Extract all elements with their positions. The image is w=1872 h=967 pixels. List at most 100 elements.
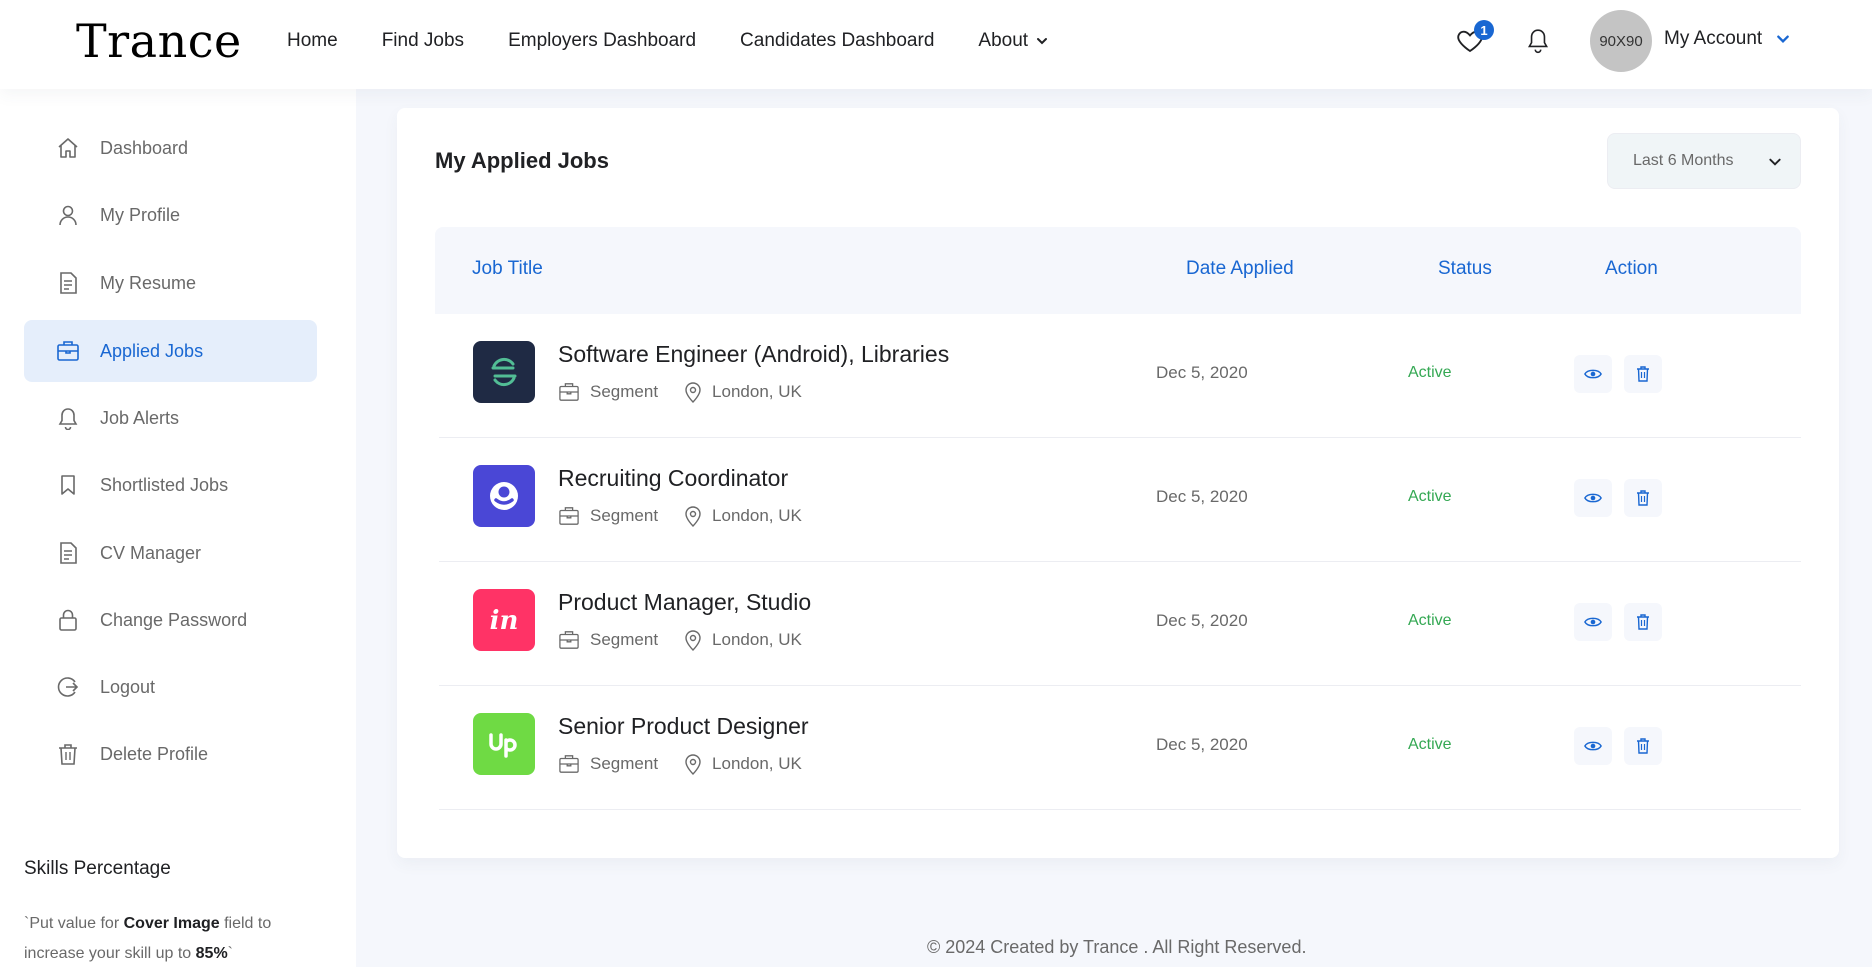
job-location: London, UK xyxy=(712,506,802,525)
view-job-button[interactable] xyxy=(1574,479,1612,517)
notifications-button[interactable] xyxy=(1525,27,1551,55)
delete-job-button[interactable] xyxy=(1624,727,1662,765)
nav-find-jobs-label: Find Jobs xyxy=(381,30,465,51)
nav-home[interactable]: Home xyxy=(287,30,338,52)
nav-employers-label: Employers Dashboard xyxy=(508,30,697,51)
status-badge: Active xyxy=(1408,612,1452,629)
view-job-button[interactable] xyxy=(1574,603,1612,641)
job-meta: Segment London, UK xyxy=(558,505,802,527)
skills-text-suffix: ` xyxy=(227,945,233,962)
column-header-status: Status xyxy=(1438,258,1492,279)
delete-job-button[interactable] xyxy=(1624,355,1662,393)
table-row: in Product Manager, Studio Segment Londo… xyxy=(439,562,1801,686)
sidebar-item-change-password[interactable]: Change Password xyxy=(24,589,317,651)
view-job-button[interactable] xyxy=(1574,727,1612,765)
logout-icon xyxy=(57,677,79,697)
eye-icon xyxy=(1584,617,1602,627)
table-row: Software Engineer (Android), Libraries S… xyxy=(439,314,1801,438)
trash-icon xyxy=(59,744,77,765)
company-name: Segment xyxy=(590,754,659,773)
invision-logo-icon: in xyxy=(490,606,519,636)
delete-job-button[interactable] xyxy=(1624,603,1662,641)
site-logo[interactable]: Trance xyxy=(76,14,242,68)
job-meta: Segment London, UK xyxy=(558,753,802,775)
footer-copyright: © 2024 Created by Trance . All Right Res… xyxy=(927,937,1307,957)
page-title: My Applied Jobs xyxy=(435,148,609,173)
nav-candidates-label: Candidates Dashboard xyxy=(740,30,935,51)
sidebar-item-job-alerts[interactable]: Job Alerts xyxy=(24,387,317,449)
dashboard-sidebar: Dashboard My Profile My Resume Applied J… xyxy=(0,89,356,967)
skills-percentage-text: `Put value for Cover Image field to incr… xyxy=(24,909,314,967)
delete-job-button[interactable] xyxy=(1624,479,1662,517)
job-meta: Segment London, UK xyxy=(558,629,802,651)
segment-logo-icon xyxy=(491,357,517,387)
bell-icon xyxy=(58,408,78,430)
table-row: Senior Product Designer Segment London, … xyxy=(439,686,1801,810)
avatar[interactable]: 90X90 xyxy=(1590,10,1652,72)
my-account-label: My Account xyxy=(1664,28,1763,49)
skills-percentage-title: Skills Percentage xyxy=(24,858,171,879)
trash-icon xyxy=(1637,738,1649,754)
home-icon xyxy=(58,138,78,158)
sidebar-item-applied-jobs[interactable]: Applied Jobs xyxy=(24,320,317,382)
date-applied: Dec 5, 2020 xyxy=(1156,735,1248,754)
sidebar-item-label: Applied Jobs xyxy=(100,340,204,361)
sidebar-item-cv-manager[interactable]: CV Manager xyxy=(24,522,317,584)
date-range-select[interactable]: Last 6 Months xyxy=(1607,133,1801,189)
sidebar-item-label: My Profile xyxy=(100,204,181,225)
table-row: Recruiting Coordinator Segment London, U… xyxy=(439,438,1801,562)
document-icon xyxy=(60,542,77,564)
bell-icon xyxy=(1527,29,1549,54)
nav-find-jobs[interactable]: Find Jobs xyxy=(382,30,464,52)
nav-employers-dashboard[interactable]: Employers Dashboard xyxy=(508,30,696,52)
job-title[interactable]: Product Manager, Studio xyxy=(558,589,811,616)
nav-candidates-dashboard[interactable]: Candidates Dashboard xyxy=(740,30,934,52)
my-account-menu[interactable]: My Account xyxy=(1664,28,1790,50)
job-location: London, UK xyxy=(712,754,802,773)
location-pin-icon xyxy=(685,382,701,403)
job-location: London, UK xyxy=(712,630,802,649)
sidebar-item-my-profile[interactable]: My Profile xyxy=(24,184,317,246)
view-job-button[interactable] xyxy=(1574,355,1612,393)
job-title[interactable]: Recruiting Coordinator xyxy=(558,465,788,492)
nav-about[interactable]: About xyxy=(978,30,1048,52)
status-badge: Active xyxy=(1408,488,1452,505)
company-name: Segment xyxy=(590,382,659,401)
segment-logo xyxy=(473,341,535,403)
top-header: Trance Home Find Jobs Employers Dashboar… xyxy=(0,0,1872,89)
job-title[interactable]: Senior Product Designer xyxy=(558,713,809,740)
skills-text-prefix: `Put value for xyxy=(24,915,124,932)
sidebar-item-label: My Resume xyxy=(100,272,197,293)
briefcase-icon xyxy=(559,383,579,401)
chevron-down-icon xyxy=(1769,158,1781,166)
status-badge: Active xyxy=(1408,364,1452,381)
applied-jobs-card: My Applied Jobs Last 6 Months Job Title … xyxy=(397,108,1839,858)
date-applied: Dec 5, 2020 xyxy=(1156,363,1248,382)
briefcase-icon xyxy=(559,755,579,773)
sidebar-item-label: Dashboard xyxy=(100,137,189,158)
sidebar-item-logout[interactable]: Logout xyxy=(24,656,317,718)
sidebar-item-label: Change Password xyxy=(100,609,248,630)
eye-icon xyxy=(1584,741,1602,751)
briefcase-icon xyxy=(559,507,579,525)
sidebar-item-my-resume[interactable]: My Resume xyxy=(24,252,317,314)
nav-about-label: About xyxy=(978,30,1029,51)
document-icon xyxy=(60,272,77,294)
job-title[interactable]: Software Engineer (Android), Libraries xyxy=(558,341,949,368)
trash-icon xyxy=(1637,614,1649,630)
date-range-value: Last 6 Months xyxy=(1633,152,1734,169)
briefcase-icon xyxy=(559,631,579,649)
sidebar-item-label: Shortlisted Jobs xyxy=(100,474,229,495)
trash-icon xyxy=(1637,490,1649,506)
lock-icon xyxy=(59,609,77,631)
upwork-logo xyxy=(473,713,535,775)
sidebar-item-dashboard[interactable]: Dashboard xyxy=(24,117,317,179)
status-badge: Active xyxy=(1408,736,1452,753)
circle-logo-icon xyxy=(490,482,518,510)
column-header-job-title: Job Title xyxy=(472,258,543,279)
trash-icon xyxy=(1637,366,1649,382)
table-header: Job Title Date Applied Status Action xyxy=(435,227,1801,314)
sidebar-item-shortlisted-jobs[interactable]: Shortlisted Jobs xyxy=(24,454,317,516)
date-applied: Dec 5, 2020 xyxy=(1156,611,1248,630)
sidebar-item-delete-profile[interactable]: Delete Profile xyxy=(24,723,317,785)
